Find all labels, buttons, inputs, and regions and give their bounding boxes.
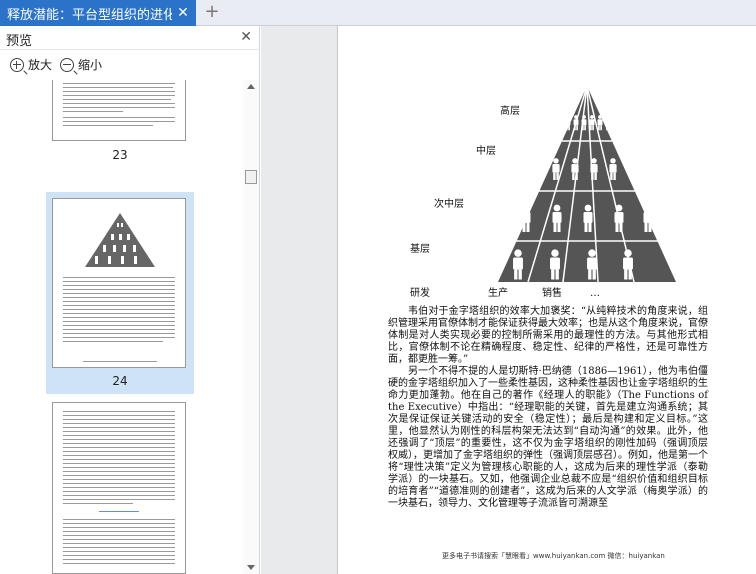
document-tab[interactable]: 释放潜能：平台型组织的进化路 ✕	[0, 0, 196, 26]
tab-close-icon[interactable]: ✕	[172, 5, 194, 21]
pyramid-level-label: 次中层	[434, 197, 464, 210]
preview-header: 预览 ✕	[0, 26, 260, 50]
page-footer: 更多电子书请搜索「慧眼看」www.huiyankan.com 微信：huiyan…	[442, 552, 665, 560]
document-page: 高层 中层 次中层 基层 研发 生产 销售 … 韦伯对于金字塔组织的效率大加褒奖…	[337, 26, 756, 574]
thumbnail-page-23[interactable]	[52, 80, 186, 141]
paragraph: 韦伯对于金字塔组织的效率大加褒奖：“从纯粹技术的角度来说，组织管理采用官僚体制才…	[388, 306, 708, 365]
tab-title: 释放潜能：平台型组织的进化路	[7, 7, 172, 23]
body-text: 韦伯对于金字塔组织的效率大加褒奖：“从纯粹技术的角度来说，组织管理采用官僚体制才…	[388, 306, 708, 510]
thumbnail-item-23[interactable]: 23	[46, 80, 194, 168]
pyramid-level-label: 基层	[410, 242, 430, 255]
pyramid-diagram: 高层 中层 次中层 基层 研发 生产 销售 …	[410, 85, 676, 299]
pyramid-level-label: 中层	[476, 144, 496, 157]
preview-title: 预览	[6, 34, 33, 49]
new-tab-button[interactable]: +	[202, 2, 222, 22]
pyramid-column-label: 生产	[488, 286, 508, 299]
scrollbar-thumb[interactable]	[245, 170, 257, 184]
zoom-in-icon	[10, 57, 24, 72]
tab-bar: 释放潜能：平台型组织的进化路 ✕ +	[0, 0, 756, 26]
pyramid-column-label: …	[590, 288, 600, 299]
thumbnail-pyramid	[85, 213, 155, 267]
zoom-out-icon	[60, 57, 74, 72]
zoom-in-label: 放大	[28, 58, 53, 72]
preview-close-icon[interactable]: ✕	[240, 29, 252, 45]
thumbnail-number: 23	[112, 148, 128, 162]
zoom-out-label: 缩小	[78, 58, 103, 72]
scroll-down-icon[interactable]	[247, 565, 255, 570]
zoom-in-button[interactable]: 放大	[10, 56, 52, 73]
pyramid-level-label: 高层	[500, 104, 520, 117]
thumbnail-scrollbar[interactable]	[243, 80, 259, 574]
zoom-toolbar: 放大 缩小	[0, 51, 260, 79]
thumbnail-item-25[interactable]: 25	[46, 398, 194, 574]
thumbnail-list[interactable]: 23 24	[0, 80, 242, 574]
thumbnail-number: 24	[112, 374, 128, 388]
scroll-up-icon[interactable]	[247, 84, 255, 89]
preview-panel: 预览 ✕ 放大 缩小 23 24	[0, 26, 260, 574]
thumbnail-page-24[interactable]	[52, 198, 186, 368]
paragraph: 另一个不得不提的人是切斯特·巴纳德（1886—1961），他为韦伯僵硬的金字塔组…	[388, 366, 708, 509]
zoom-out-button[interactable]: 缩小	[60, 56, 102, 73]
pyramid-column-label: 销售	[542, 286, 562, 299]
thumbnail-item-24[interactable]: 24	[46, 192, 194, 394]
document-viewer[interactable]: 高层 中层 次中层 基层 研发 生产 销售 … 韦伯对于金字塔组织的效率大加褒奖…	[261, 26, 756, 574]
pyramid-column-label: 研发	[410, 286, 430, 299]
thumbnail-page-25[interactable]	[52, 402, 186, 574]
